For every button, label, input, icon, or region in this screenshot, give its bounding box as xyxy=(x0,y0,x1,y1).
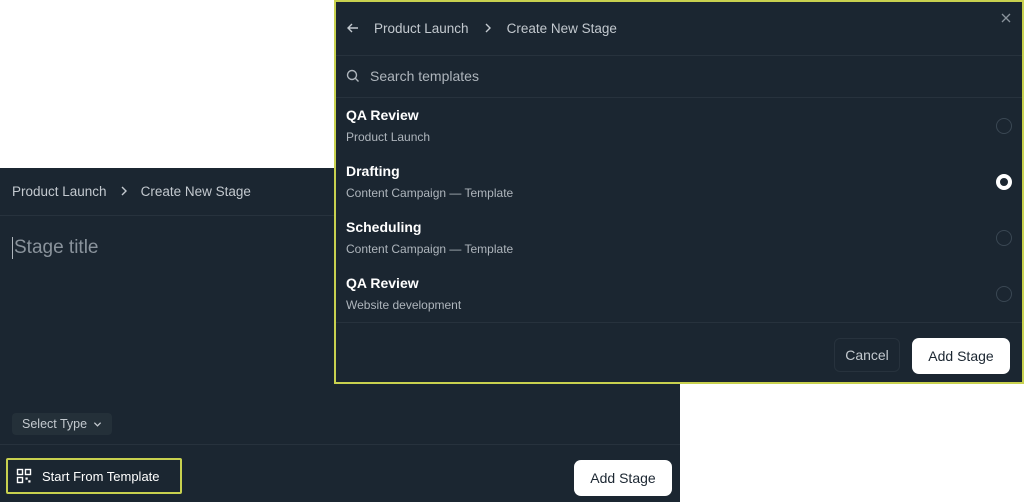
template-name: QA Review xyxy=(346,107,419,123)
select-type-dropdown[interactable]: Select Type xyxy=(12,413,113,435)
template-subtitle: Website development xyxy=(346,298,462,312)
template-name: QA Review xyxy=(346,275,419,291)
chevron-right-icon xyxy=(485,23,491,33)
stage-title-placeholder: Stage title xyxy=(14,237,99,258)
divider xyxy=(336,322,1022,323)
search-templates-input[interactable] xyxy=(370,68,770,84)
template-name: Drafting xyxy=(346,163,400,179)
close-icon[interactable] xyxy=(1000,12,1012,24)
chevron-right-icon xyxy=(121,186,127,196)
start-from-template-label: Start From Template xyxy=(42,468,160,484)
cancel-button[interactable]: Cancel xyxy=(834,338,900,372)
template-list: QA Review Product Launch Drafting Conten… xyxy=(336,98,1022,322)
arrow-left-icon[interactable] xyxy=(346,21,360,35)
template-radio[interactable] xyxy=(996,286,1012,302)
breadcrumb-item-current: Create New Stage xyxy=(506,20,617,36)
template-item[interactable]: Drafting Content Campaign — Template xyxy=(336,154,1022,210)
stage-title-input[interactable]: Stage title xyxy=(12,234,99,262)
template-item[interactable]: Scheduling Content Campaign — Template xyxy=(336,210,1022,266)
divider xyxy=(0,444,680,445)
search-bar xyxy=(346,64,770,88)
template-radio[interactable] xyxy=(996,230,1012,246)
template-item[interactable]: QA Review Product Launch xyxy=(336,98,1022,154)
breadcrumb-item-current: Create New Stage xyxy=(140,183,251,199)
add-stage-button[interactable]: Add Stage xyxy=(574,460,672,496)
chevron-down-icon xyxy=(93,421,102,427)
template-radio[interactable] xyxy=(996,118,1012,134)
breadcrumb: Product Launch Create New Stage xyxy=(12,181,251,201)
template-subtitle: Content Campaign — Template xyxy=(346,242,514,256)
start-from-template-button[interactable]: Start From Template xyxy=(6,458,182,494)
template-radio-selected[interactable] xyxy=(996,174,1012,190)
add-stage-button[interactable]: Add Stage xyxy=(912,338,1010,374)
template-picker-modal: Product Launch Create New Stage QA Revie… xyxy=(334,0,1024,384)
template-subtitle: Content Campaign — Template xyxy=(346,186,514,200)
divider xyxy=(336,55,1022,56)
breadcrumb-item-project[interactable]: Product Launch xyxy=(12,184,107,199)
template-name: Scheduling xyxy=(346,219,422,235)
modal-header: Product Launch Create New Stage xyxy=(336,2,1022,54)
text-caret xyxy=(12,237,13,259)
select-type-label: Select Type xyxy=(22,417,88,431)
search-icon xyxy=(346,69,359,82)
template-grid-icon xyxy=(16,468,32,484)
breadcrumb-item-project[interactable]: Product Launch xyxy=(374,21,469,36)
template-subtitle: Product Launch xyxy=(346,130,431,144)
template-item[interactable]: QA Review Website development xyxy=(336,266,1022,322)
